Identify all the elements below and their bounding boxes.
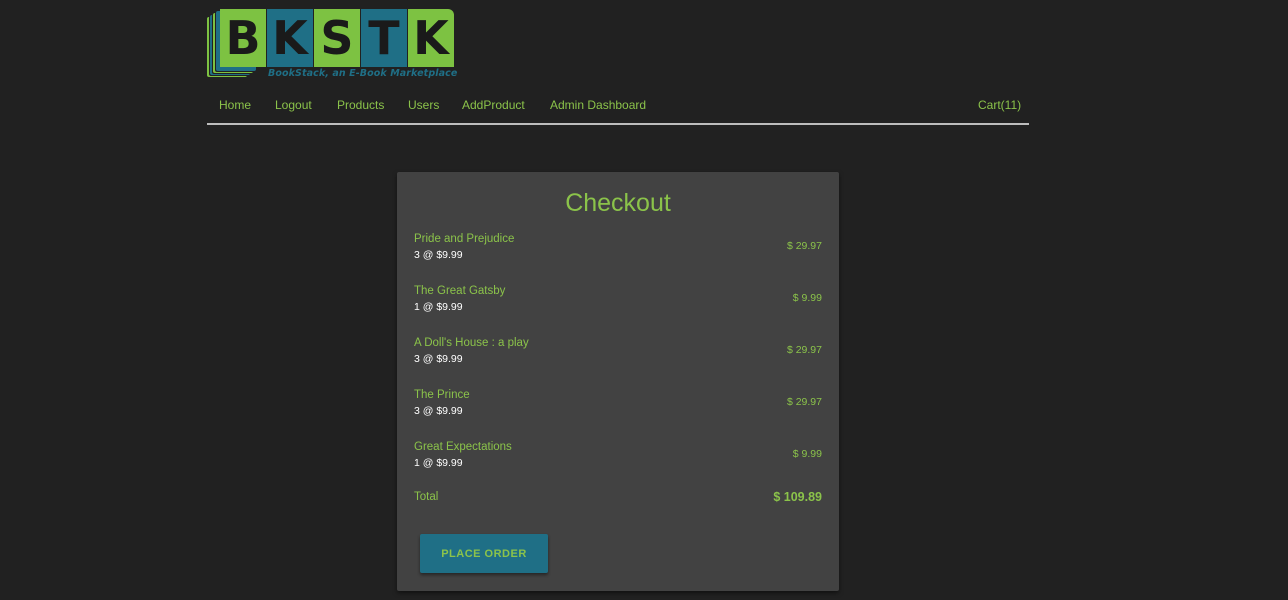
item-title: Pride and Prejudice — [414, 233, 515, 245]
logo-letter-t: T — [361, 9, 407, 67]
item-quantity: 3 @ $9.99 — [414, 405, 463, 417]
logo-tagline: BookStack, an E-Book Marketplace — [268, 68, 458, 79]
nav-cart[interactable]: Cart(11) — [978, 98, 1021, 112]
place-order-button[interactable]: PLACE ORDER — [420, 534, 548, 573]
nav-products[interactable]: Products — [337, 98, 384, 112]
nav-logout[interactable]: Logout — [275, 98, 312, 112]
checkout-title: Checkout — [565, 189, 671, 217]
cart-line-item: The Great Gatsby 1 @ $9.99 $ 9.99 — [414, 285, 822, 319]
item-subtotal: $ 29.97 — [786, 344, 822, 356]
cart-line-item: The Prince 3 @ $9.99 $ 29.97 — [414, 389, 822, 423]
logo-letter-k2: K — [408, 9, 454, 67]
nav-home[interactable]: Home — [219, 98, 251, 112]
total-amount: $ 109.89 — [773, 490, 822, 504]
item-title: A Doll's House : a play — [414, 337, 529, 349]
item-title: The Great Gatsby — [414, 285, 506, 297]
cart-line-item: A Doll's House : a play 3 @ $9.99 $ 29.9… — [414, 337, 822, 371]
item-quantity: 1 @ $9.99 — [414, 301, 463, 313]
item-title: Great Expectations — [414, 441, 512, 453]
total-label: Total — [414, 491, 439, 503]
item-title: The Prince — [414, 389, 470, 401]
item-subtotal: $ 29.97 — [786, 396, 822, 408]
logo-letter-k: K — [267, 9, 313, 67]
nav-add-product[interactable]: AddProduct — [462, 98, 525, 112]
nav-admin-dashboard[interactable]: Admin Dashboard — [550, 98, 646, 112]
logo-letter-s: S — [314, 9, 360, 67]
cart-line-item: Pride and Prejudice 3 @ $9.99 $ 29.97 — [414, 233, 822, 267]
bookstack-logo: B K S T K BookStack, an E-Book Marketpla… — [207, 9, 457, 81]
cart-line-item: Great Expectations 1 @ $9.99 $ 9.99 — [414, 441, 822, 475]
checkout-card: Checkout Pride and Prejudice 3 @ $9.99 $… — [397, 172, 839, 591]
top-navbar: Home Logout Products Users AddProduct Ad… — [207, 87, 1029, 125]
logo-letter-b: B — [220, 9, 266, 67]
item-subtotal: $ 9.99 — [792, 448, 822, 460]
item-subtotal: $ 29.97 — [786, 240, 822, 252]
nav-users[interactable]: Users — [408, 98, 439, 112]
item-subtotal: $ 9.99 — [792, 292, 822, 304]
item-quantity: 1 @ $9.99 — [414, 457, 463, 469]
item-quantity: 3 @ $9.99 — [414, 249, 463, 261]
item-quantity: 3 @ $9.99 — [414, 353, 463, 365]
